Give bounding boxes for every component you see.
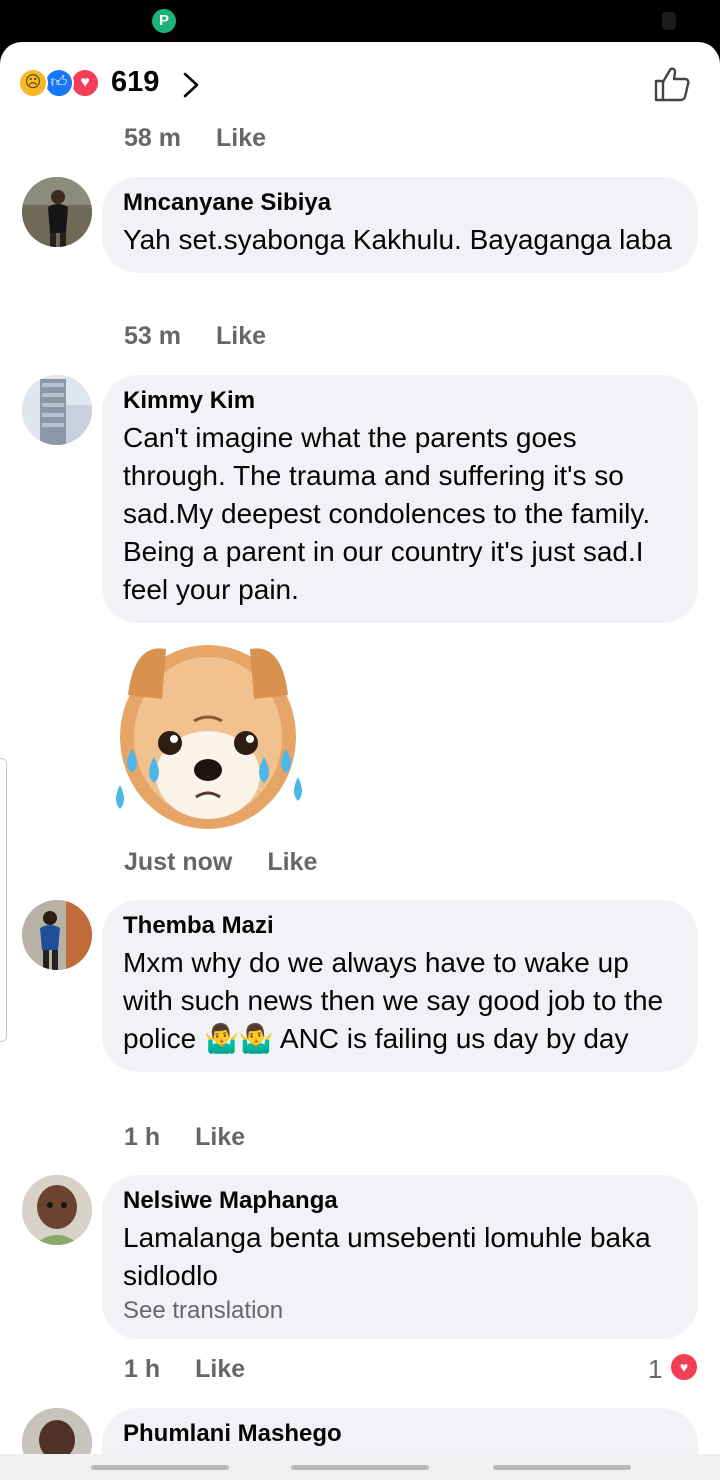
like-link[interactable]: Like (216, 124, 266, 153)
comment-author[interactable]: Mncanyane Sibiya (123, 189, 676, 217)
reaction-summary[interactable]: ☹ 👍︎ ♥ (18, 68, 108, 98)
love-reaction-icon: ♥ (70, 68, 100, 98)
love-reaction-icon[interactable]: ♥ (669, 1352, 699, 1382)
avatar[interactable] (22, 1408, 92, 1454)
comment-author[interactable]: Phumlani Mashego (123, 1420, 676, 1448)
comment-time: 1 h (124, 1355, 161, 1383)
like-outline-icon[interactable] (652, 64, 692, 104)
sad-reaction-icon: ☹ (18, 68, 48, 98)
reactions-header: ☹ 👍︎ ♥ 619 (0, 42, 720, 124)
nav-home-handle[interactable] (291, 1465, 429, 1470)
comment-meta: 53 m Like (124, 322, 266, 351)
comment-meta: 58 m Like (124, 124, 266, 153)
avatar[interactable] (22, 900, 92, 970)
system-nav-bar (0, 1454, 720, 1480)
like-link[interactable]: Like (267, 848, 317, 877)
comment-time: Just now (124, 848, 233, 876)
comment-time: 53 m (124, 322, 181, 350)
comment-time: 58 m (124, 124, 181, 152)
avatar[interactable] (22, 1175, 92, 1245)
status-bar: P (0, 0, 720, 42)
comment-meta: Just now Like (124, 848, 317, 877)
reaction-count[interactable]: 619 (111, 66, 159, 99)
comment-text: Yah set.syabonga Kakhulu. Bayaganga laba (123, 224, 673, 255)
comment-reaction-count[interactable]: 1 (648, 1354, 662, 1385)
like-link[interactable]: Like (216, 322, 266, 351)
comment-bubble[interactable]: Nelsiwe Maphanga Lamalanga benta umseben… (102, 1175, 698, 1339)
avatar[interactable] (22, 375, 92, 445)
comment-author[interactable]: Themba Mazi (123, 912, 676, 940)
avatar[interactable] (22, 177, 92, 247)
nav-back-handle[interactable] (493, 1465, 631, 1470)
like-reaction-icon: 👍︎ (44, 68, 74, 98)
nav-recent-handle[interactable] (91, 1465, 229, 1470)
comment-bubble[interactable]: Themba Mazi Mxm why do we always have to… (102, 900, 698, 1072)
status-indicator-icon (662, 12, 676, 30)
comment-text: Can't imagine what the parents goes thro… (123, 422, 651, 605)
comment-meta: 1 h Like (124, 1355, 245, 1384)
comments-sheet: ☹ 👍︎ ♥ 619 58 m Like Mncanyane Sibiya Ya… (0, 42, 720, 1454)
like-link[interactable]: Like (195, 1123, 245, 1152)
chevron-right-icon[interactable] (180, 72, 202, 98)
see-translation-link[interactable]: See translation (123, 1297, 676, 1325)
comment-text: Mxm why do we always have to wake up wit… (123, 947, 664, 1054)
comment-bubble[interactable]: Mncanyane Sibiya Yah set.syabonga Kakhul… (102, 177, 698, 273)
comment-text: Lamalanga benta umsebenti lomuhle baka s… (123, 1222, 651, 1291)
comment-author[interactable]: Nelsiwe Maphanga (123, 1187, 676, 1215)
comment-bubble[interactable]: Phumlani Mashego (102, 1408, 698, 1454)
comment-author[interactable]: Kimmy Kim (123, 387, 676, 415)
scroll-handle[interactable] (0, 758, 7, 1042)
app-notification-icon: P (152, 9, 176, 33)
comment-meta: 1 h Like (124, 1123, 245, 1152)
comment-time: 1 h (124, 1123, 161, 1151)
comment-bubble[interactable]: Kimmy Kim Can't imagine what the parents… (102, 375, 698, 623)
like-link[interactable]: Like (195, 1355, 245, 1384)
crying-dog-sticker[interactable] (104, 625, 312, 833)
